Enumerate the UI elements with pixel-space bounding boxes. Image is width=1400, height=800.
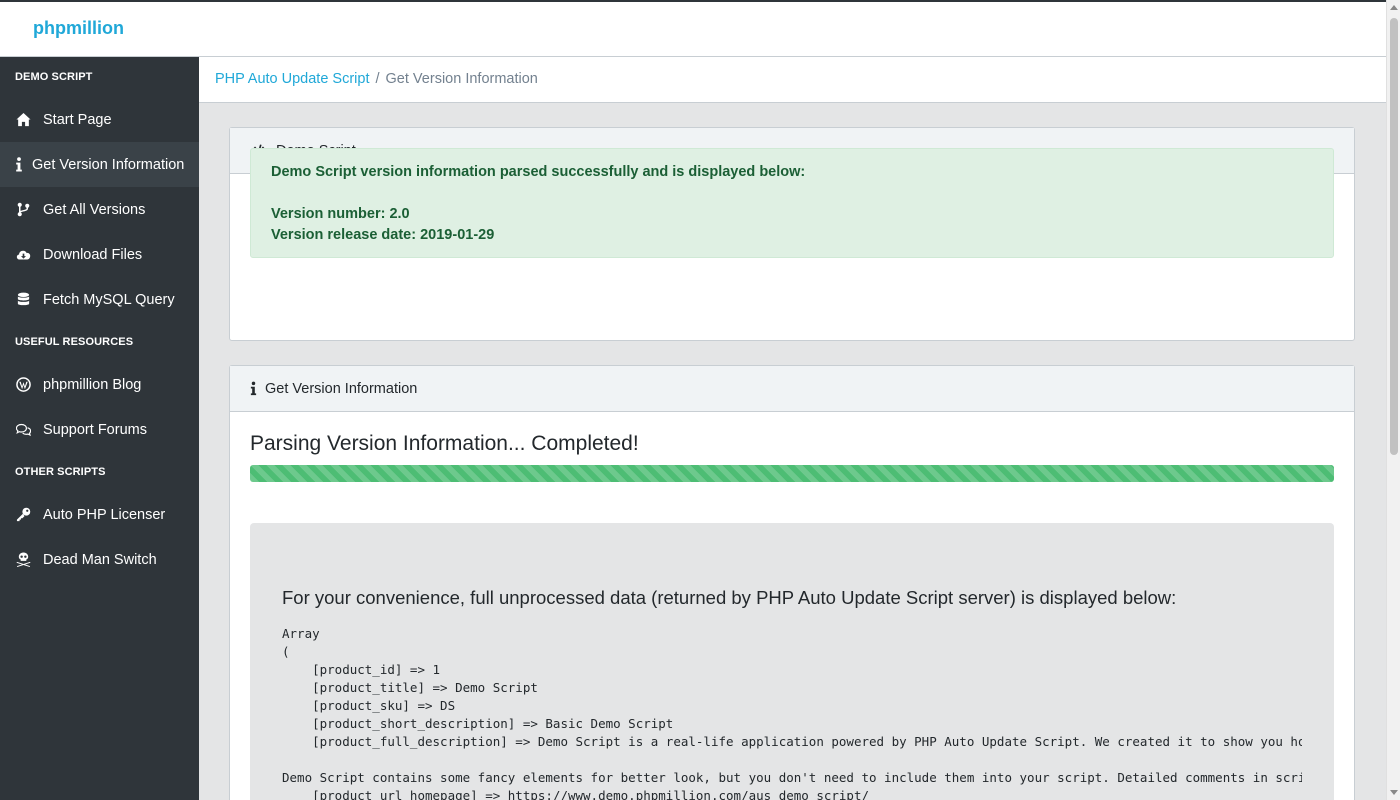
- wordpress-icon: [15, 377, 31, 393]
- sidebar-item-label: Download Files: [43, 246, 143, 263]
- sidebar-item-label: Support Forums: [43, 421, 147, 438]
- version-number: Version number: 2.0: [271, 206, 410, 222]
- version-release-date: Version release date: 2019-01-29: [271, 227, 495, 243]
- home-icon: [15, 112, 31, 128]
- raw-data-box: For your convenience, full unprocessed d…: [250, 523, 1334, 800]
- sidebar-item-download-files[interactable]: Download Files: [0, 232, 199, 277]
- sidebar-item-phpmillion-blog[interactable]: phpmillion Blog: [0, 362, 199, 407]
- cloud-download-icon: [15, 247, 31, 263]
- sidebar-item-get-version-information[interactable]: Get Version Information: [0, 142, 199, 187]
- top-navbar: phpmillion: [0, 0, 1386, 57]
- card-header: Get Version Information: [230, 366, 1354, 412]
- progress-bar-fill: [250, 465, 1334, 482]
- page-scrollbar[interactable]: [1386, 0, 1400, 800]
- sidebar-item-fetch-mysql-query[interactable]: Fetch MySQL Query: [0, 277, 199, 322]
- raw-data-title: For your convenience, full unprocessed d…: [282, 587, 1177, 608]
- breadcrumb-link-php-auto-update-script[interactable]: PHP Auto Update Script: [215, 71, 370, 87]
- scroll-down-arrow[interactable]: [1390, 790, 1398, 795]
- brand-logo[interactable]: phpmillion: [33, 18, 124, 39]
- info-icon: [15, 157, 23, 173]
- sidebar-item-label: Get Version Information: [32, 156, 185, 173]
- sidebar-section-title: USEFUL RESOURCES: [15, 336, 134, 348]
- key-icon: [15, 507, 31, 523]
- database-icon: [15, 292, 31, 308]
- sidebar-item-support-forums[interactable]: Support Forums: [0, 407, 199, 452]
- sidebar-item-label: Auto PHP Licenser: [43, 506, 166, 523]
- sidebar-item-label: Start Page: [43, 111, 112, 128]
- sidebar: DEMO SCRIPT Start Page Get Version Infor…: [0, 57, 199, 800]
- demo-script-card: Demo Script Demo Script version informat…: [229, 127, 1355, 341]
- breadcrumb-separator: /: [375, 71, 380, 87]
- sidebar-item-start-page[interactable]: Start Page: [0, 97, 199, 142]
- sidebar-item-label: phpmillion Blog: [43, 376, 142, 393]
- raw-data-output: Array ( [product_id] => 1 [product_title…: [282, 626, 1302, 800]
- get-version-information-card: Get Version Information Parsing Version …: [229, 365, 1355, 800]
- code-branch-icon: [15, 202, 31, 218]
- sidebar-item-get-all-versions[interactable]: Get All Versions: [0, 187, 199, 232]
- scroll-thumb[interactable]: [1390, 18, 1398, 455]
- info-icon: [250, 381, 257, 396]
- progress-title: Parsing Version Information... Completed…: [250, 432, 639, 455]
- sidebar-item-label: Get All Versions: [43, 201, 146, 218]
- success-alert: Demo Script version information parsed s…: [250, 148, 1334, 258]
- sidebar-item-label: Dead Man Switch: [43, 551, 157, 568]
- breadcrumb: PHP Auto Update Script / Get Version Infor…: [199, 57, 1386, 103]
- progress-bar: [250, 465, 1334, 482]
- breadcrumb-current: Get Version Information: [385, 71, 538, 87]
- sidebar-item-auto-php-licenser[interactable]: Auto PHP Licenser: [0, 492, 199, 537]
- scroll-up-arrow[interactable]: [1390, 5, 1398, 10]
- comments-icon: [15, 422, 31, 438]
- sidebar-section-title: DEMO SCRIPT: [15, 71, 93, 83]
- sidebar-item-dead-man-switch[interactable]: Dead Man Switch: [0, 537, 199, 582]
- card-header-title: Get Version Information: [265, 380, 418, 397]
- skull-crossbones-icon: [15, 552, 31, 568]
- sidebar-section-title: OTHER SCRIPTS: [15, 466, 106, 478]
- sidebar-item-label: Fetch MySQL Query: [43, 291, 175, 308]
- alert-title: Demo Script version information parsed s…: [271, 164, 806, 180]
